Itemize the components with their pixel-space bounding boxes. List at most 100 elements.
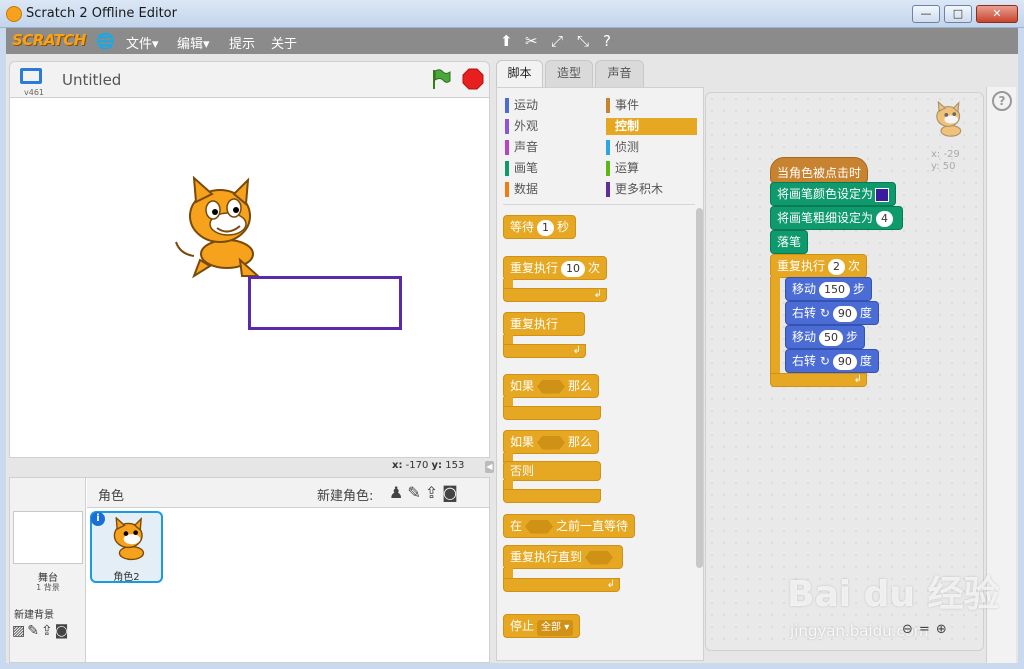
scratch-logo[interactable]: SCRATCH (12, 31, 86, 49)
script-turn-right-2[interactable]: 右转 ↻ 90 度 (785, 349, 879, 373)
category-data[interactable]: 数据 (505, 181, 538, 198)
block-repeat[interactable]: 重复执行 10 次 (503, 256, 608, 280)
script-move-1-unit: 步 (853, 282, 866, 296)
current-sprite-thumbnail (936, 101, 962, 137)
category-looks[interactable]: 外观 (505, 118, 538, 135)
cut-icon[interactable]: ✂ (525, 32, 538, 50)
script-move-2-input[interactable]: 50 (819, 330, 844, 346)
block-repeat-label: 重复执行 (510, 261, 559, 275)
script-turn-2-input[interactable]: 90 (832, 354, 857, 370)
tab-costumes[interactable]: 造型 (545, 60, 593, 87)
pen-size-input[interactable]: 4 (876, 211, 894, 227)
script-repeat[interactable]: 重复执行 2 次 (770, 254, 868, 278)
block-stop-dropdown[interactable]: 全部 ▾ (537, 620, 574, 636)
script-move-1-label: 移动 (792, 282, 817, 296)
script-hat-sprite-clicked[interactable]: 当角色被点击时 (770, 157, 869, 183)
close-button[interactable]: ✕ (976, 5, 1018, 23)
palette-scrollbar[interactable] (696, 208, 703, 568)
category-sound[interactable]: 声音 (505, 139, 538, 156)
category-sensing[interactable]: 侦测 (606, 139, 639, 156)
block-wait-until[interactable]: 在 之前一直等待 (503, 514, 636, 538)
script-pen-down[interactable]: 落笔 (770, 230, 809, 254)
block-repeat-until-label: 重复执行直到 (510, 550, 583, 564)
script-move-1[interactable]: 移动 150 步 (785, 277, 873, 301)
upload-backdrop-icon[interactable]: ⇪ (41, 623, 55, 639)
script-set-pen-size[interactable]: 将画笔粗细设定为 4 (770, 206, 904, 230)
sprite-tile[interactable]: i 角色2 (90, 511, 163, 583)
upload-sprite-icon[interactable]: ⇪ (425, 483, 442, 502)
block-if[interactable]: 如果 那么 (503, 374, 600, 398)
block-stop[interactable]: 停止 全部 ▾ (503, 614, 581, 638)
grow-icon[interactable]: ⤢ (551, 32, 563, 50)
minimize-button[interactable]: — (912, 5, 940, 23)
script-move-1-input[interactable]: 150 (819, 282, 851, 298)
paint-backdrop-icon[interactable]: ✎ (27, 623, 41, 639)
script-set-pen-size-label: 将画笔粗细设定为 (777, 211, 874, 225)
sprite-library-icon[interactable]: ♟ (389, 483, 407, 502)
menu-file[interactable]: 文件▾ (126, 33, 159, 52)
menu-edit[interactable]: 编辑▾ (177, 33, 210, 52)
camera-sprite-icon[interactable]: ◙ (442, 483, 462, 502)
sprite-pane: 舞台 1 背景 新建背景 ▨✎⇪◙ 角色 新建角色: ♟✎⇪◙ i 角色2 (9, 477, 490, 663)
tab-sounds[interactable]: 声音 (595, 60, 644, 87)
project-title[interactable]: Untitled (62, 71, 121, 89)
turn-right-icon: ↻ (816, 354, 830, 368)
block-wait-input[interactable]: 1 (537, 220, 555, 236)
block-if-label: 如果 (510, 379, 535, 393)
script-pen-down-label: 落笔 (777, 235, 802, 249)
menu-tips[interactable]: 提示 (229, 33, 255, 52)
sprite-position-readout: x: -29 y: 50 (931, 149, 960, 173)
script-move-2-label: 移动 (792, 330, 817, 344)
menu-about[interactable]: 关于 (271, 33, 297, 52)
script-move-2-unit: 步 (846, 330, 859, 344)
block-wait[interactable]: 等待 1 秒 (503, 215, 577, 239)
green-flag-icon[interactable] (430, 68, 452, 90)
category-operators[interactable]: 运算 (606, 160, 639, 177)
collapse-stage-button[interactable]: ◀ (485, 461, 494, 473)
category-pen[interactable]: 画笔 (505, 160, 538, 177)
block-repeat-until-condition[interactable] (585, 550, 614, 565)
block-repeat-input[interactable]: 10 (561, 261, 586, 277)
block-repeat-until[interactable]: 重复执行直到 (503, 545, 624, 569)
info-icon[interactable]: i (91, 512, 105, 526)
script-turn-1-input[interactable]: 90 (832, 306, 857, 322)
category-more-blocks[interactable]: 更多积木 (606, 181, 663, 198)
block-wait-label: 等待 (510, 220, 535, 234)
fullscreen-icon[interactable] (20, 68, 42, 84)
paint-sprite-icon[interactable]: ✎ (407, 483, 424, 502)
globe-icon[interactable]: 🌐 (96, 32, 115, 50)
maximize-button[interactable]: □ (944, 5, 972, 23)
tab-scripts[interactable]: 脚本 (496, 60, 543, 88)
help-icon[interactable]: ? (603, 32, 611, 50)
category-events[interactable]: 事件 (606, 97, 639, 114)
block-forever[interactable]: 重复执行 (503, 312, 585, 336)
zoom-reset-icon[interactable]: = (919, 622, 936, 637)
block-if-else-condition[interactable] (537, 435, 566, 450)
script-move-2[interactable]: 移动 50 步 (785, 325, 866, 349)
script-turn-2-unit: 度 (859, 354, 872, 368)
script-repeat-unit: 次 (848, 259, 861, 273)
help-icon[interactable]: ? (992, 91, 1012, 111)
shrink-icon[interactable]: ⤡ (577, 32, 589, 50)
backdrop-library-icon[interactable]: ▨ (12, 623, 27, 639)
block-if-condition[interactable] (537, 379, 566, 394)
sprite-x-readout: x: -29 (931, 149, 960, 160)
block-wait-until-condition[interactable] (525, 519, 554, 534)
script-repeat-input[interactable]: 2 (828, 259, 846, 275)
y-value: 153 (445, 460, 465, 471)
camera-backdrop-icon[interactable]: ◙ (55, 623, 71, 639)
stage-thumbnail[interactable] (13, 511, 83, 564)
stage-canvas[interactable] (9, 97, 490, 458)
duplicate-icon[interactable]: ⬆ (500, 32, 513, 50)
zoom-out-icon[interactable]: ⊖ (902, 622, 919, 637)
cat-sprite[interactable] (172, 176, 267, 280)
new-sprite-label: 新建角色: (317, 489, 374, 504)
category-control[interactable]: 控制 (606, 118, 697, 135)
category-motion[interactable]: 运动 (505, 97, 538, 114)
block-if-else[interactable]: 如果 那么 (503, 430, 600, 454)
zoom-in-icon[interactable]: ⊕ (936, 622, 953, 637)
script-turn-right-1[interactable]: 右转 ↻ 90 度 (785, 301, 879, 325)
script-set-pen-color[interactable]: 将画笔颜色设定为 (770, 182, 897, 206)
stop-icon[interactable] (462, 68, 484, 90)
pen-color-swatch[interactable] (875, 187, 890, 202)
